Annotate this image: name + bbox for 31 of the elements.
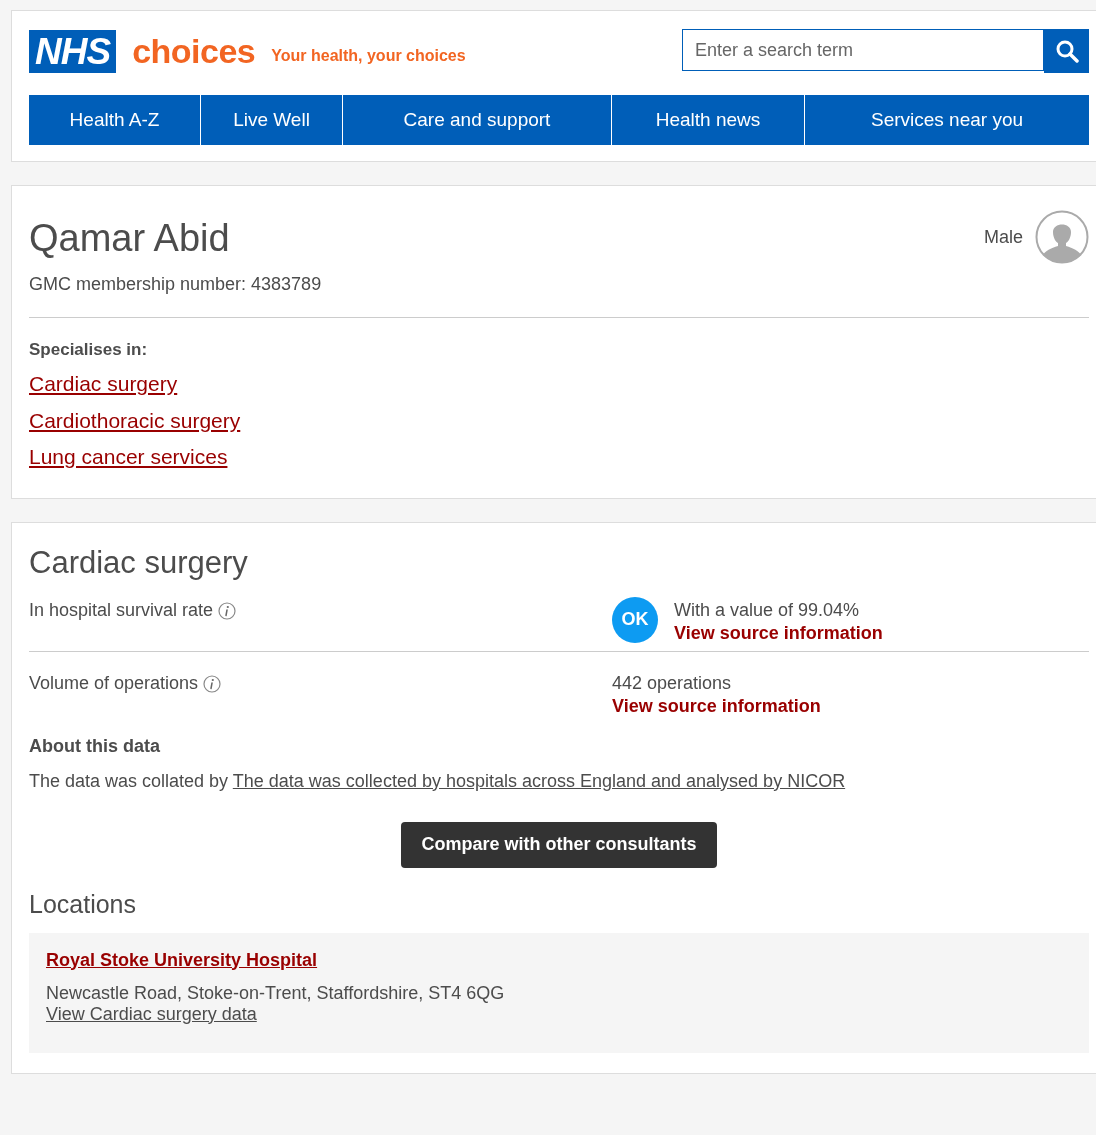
metric-label: In hospital survival rate [29,598,214,621]
nav-tab[interactable]: Services near you [804,95,1089,145]
compare-button[interactable]: Compare with other consultants [401,821,717,868]
gender-label: Male [984,226,1023,248]
nav-tab[interactable]: Care and support [342,95,611,145]
tagline: Your health, your choices [271,47,466,65]
about-text: The data was collated by The data was collected by hospitals across England and analysed by NICOR [29,770,847,792]
hospital-address: Newcastle Road, Stoke-on-Trent, Staffordshire, ST4 6QG [46,982,506,1004]
about-heading: About this data [29,735,161,757]
specialty-link[interactable]: Cardiothoracic surgery [29,408,241,433]
section-title: Cardiac surgery [29,544,249,581]
nav-tab[interactable]: Health A-Z [29,95,200,145]
metric-label: Volume of operations [29,671,199,694]
specialty-link[interactable]: Cardiac surgery [29,372,178,397]
source-link[interactable]: View source information [674,622,883,643]
metric-value: With a value of 99.04% [674,598,861,622]
specialises-heading: Specialises in: [29,340,149,360]
metric-value: 442 operations [612,671,733,695]
doctor-name: Qamar Abid [29,216,231,261]
specialty-link[interactable]: Lung cancer services [29,445,228,470]
locations-heading: Locations [29,889,138,919]
nhs-logo[interactable]: NHS [29,29,117,73]
search-field[interactable]: Enter a search term [682,29,1044,71]
data-link[interactable]: View Cardiac surgery data [46,1003,257,1024]
data-source-link[interactable]: The data was collected by hospitals across England and analysed by NICOR [232,770,846,791]
nav-tab[interactable]: Live Well [200,95,342,145]
source-link[interactable]: View source information [612,695,821,716]
status-badge: OK [612,596,658,643]
membership-number: GMC membership number: 4383789 [29,274,322,295]
nav-tab[interactable]: Health news [611,95,804,145]
hospital-link[interactable]: Royal Stoke University Hospital [46,949,318,970]
